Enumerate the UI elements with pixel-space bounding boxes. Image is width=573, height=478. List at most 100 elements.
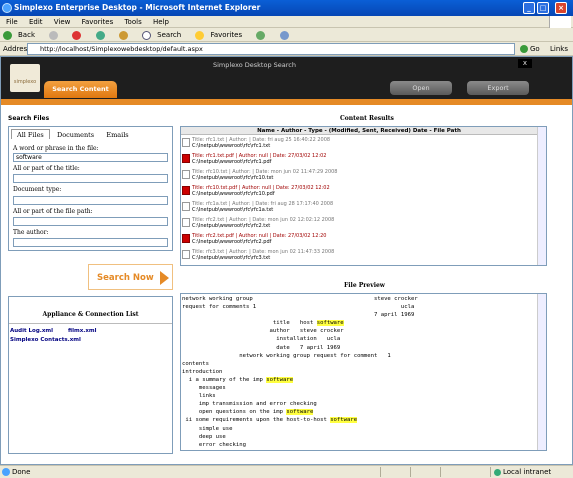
result-path: C:\Inetpub\wwwroot\rfc\rfc2.txt [192,223,271,229]
menu-file[interactable]: File [6,18,18,26]
menu-favorites[interactable]: Favorites [82,18,114,26]
preview-text-segment: simple use [182,425,233,432]
menu-edit[interactable]: Edit [29,18,43,26]
home-button[interactable] [118,28,134,42]
title-input[interactable] [13,174,168,183]
menu-help[interactable]: Help [153,18,169,26]
appliance-title: Appliance & Connection List [42,311,139,318]
result-row[interactable]: Title: rfc2.txt.pdf | Author: null | Dat… [182,233,537,246]
word-phrase-label: A word or phrase in the file: [13,145,99,152]
file-path-input[interactable] [13,217,168,226]
forward-button[interactable] [49,28,64,42]
tab-search-content[interactable]: Search Content [44,81,117,98]
result-row[interactable]: Title: rfc1.txt.pdf | Author: null | Dat… [182,153,537,166]
result-path: C:\Inetpub\wwwroot\rfc\rfc1.pdf [192,159,272,165]
preview-text-segment: i a summary of the imp [182,376,267,383]
refresh-button[interactable] [95,28,111,42]
address-input[interactable]: http://localhost/Simplexowebdesktop/defa… [27,43,515,55]
mail-button[interactable] [279,28,295,42]
results-scrollbar[interactable] [537,127,546,265]
menu-tools[interactable]: Tools [124,18,141,26]
simplexo-logo: simplexo [10,64,40,92]
back-button[interactable]: Back [3,28,41,42]
tab-all-files[interactable]: All Files [11,129,50,139]
history-icon [256,30,266,40]
tab-documents[interactable]: Documents [52,130,99,140]
filmx-link[interactable]: filmx.xml [68,328,97,334]
search-button[interactable]: Search [142,28,187,42]
appliance-divider [9,323,172,324]
windows-logo-icon [549,16,571,28]
result-row[interactable]: Title: rfc2.txt | Author: | Date: mon ju… [182,217,537,230]
status-divider [380,467,381,477]
menu-view[interactable]: View [54,18,71,26]
intranet-icon [494,468,501,476]
preview-text-segment: deep use [182,433,226,440]
author-label: The author: [13,229,49,236]
app-close-button[interactable]: x [518,59,532,68]
open-button[interactable]: Open [390,81,452,95]
simplexo-contacts-link[interactable]: Simplexo Contacts.xml [10,337,81,343]
results-list: Name - Author - Type - (Modified, Sent, … [180,126,547,266]
result-path: C:\Inetpub\wwwroot\rfc\rfc10.pdf [192,191,275,197]
content-results-title: Content Results [340,115,394,122]
document-type-label: Document type: [13,186,62,193]
favorites-button[interactable]: Favorites [195,28,248,42]
close-window-button[interactable]: × [555,2,567,14]
text-file-icon [182,218,190,227]
result-path: C:\Inetpub\wwwroot\rfc\rfc10.txt [192,175,274,181]
ie-icon [2,3,12,13]
result-row[interactable]: Title: rfc1.txt | Author: | Date: fri au… [182,137,537,150]
result-row[interactable]: Title: rfc10.txt | Author: | Date: mon j… [182,169,537,182]
result-path: C:\Inetpub\wwwroot\rfc\rfc3.txt [192,255,271,261]
text-file-icon [182,170,190,179]
preview-text-segment: network working group request for commen… [182,352,391,359]
minimize-button[interactable]: _ [523,2,535,14]
status-divider [410,467,411,477]
preview-text-segment: author steve crocker [182,328,344,335]
appliance-panel: Appliance & Connection List Audit Log.xm… [8,296,173,454]
status-bar: Done Local intranet [0,465,573,477]
preview-text-segment: title host [182,320,317,327]
file-preview-text: network working group steve crocker requ… [182,295,418,449]
arrow-right-icon [160,271,169,285]
result-row[interactable]: Title: rfc3.txt | Author: | Date: mon ju… [182,249,537,262]
maximize-button[interactable]: □ [537,2,549,14]
go-button[interactable]: Go [520,43,540,55]
links-button[interactable]: Links [550,43,568,55]
search-panel: All Files Documents Emails A word or phr… [8,126,173,251]
mail-icon [279,30,289,40]
text-file-icon [182,138,190,147]
tab-emails[interactable]: Emails [101,130,133,140]
search-highlight: software [330,417,358,424]
result-row[interactable]: Title: rfc1a.txt | Author: | Date: fri a… [182,201,537,214]
result-path: C:\Inetpub\wwwroot\rfc\rfc2.pdf [192,239,272,245]
result-row[interactable]: Title: rfc10.txt.pdf | Author: null | Da… [182,185,537,198]
author-input[interactable] [13,238,168,247]
results-column-header: Name - Author - Type - (Modified, Sent, … [181,127,537,135]
preview-text-segment: links [182,393,216,400]
status-text: Done [12,468,31,476]
address-bar: Address http://localhost/Simplexowebdesk… [0,42,573,56]
preview-text-segment: network working group steve crocker [182,296,418,302]
status-divider [490,467,491,477]
text-file-icon [182,202,190,211]
search-highlight: software [286,409,314,416]
preview-text-segment: messages [182,385,226,392]
word-phrase-input[interactable]: software [13,153,168,162]
preview-text-segment: installation ucla [182,336,341,343]
history-button[interactable] [256,28,271,42]
result-path: C:\Inetpub\wwwroot\rfc\rfc1.txt [192,143,271,149]
document-type-input[interactable] [13,196,168,205]
preview-text-segment: ii some requirements upon the host-to-ho… [182,417,331,424]
search-icon [142,30,152,40]
app-title: Simplexo Desktop Search [213,61,296,69]
audit-log-link[interactable]: Audit Log.xml [10,328,53,334]
search-highlight: software [266,376,294,383]
pdf-file-icon [182,154,190,163]
export-button[interactable]: Export [467,81,529,95]
result-path: C:\Inetpub\wwwroot\rfc\rfc1a.txt [192,207,274,213]
stop-button[interactable] [72,28,87,42]
preview-scrollbar[interactable] [537,294,546,450]
search-now-button[interactable]: Search Now [88,264,173,290]
